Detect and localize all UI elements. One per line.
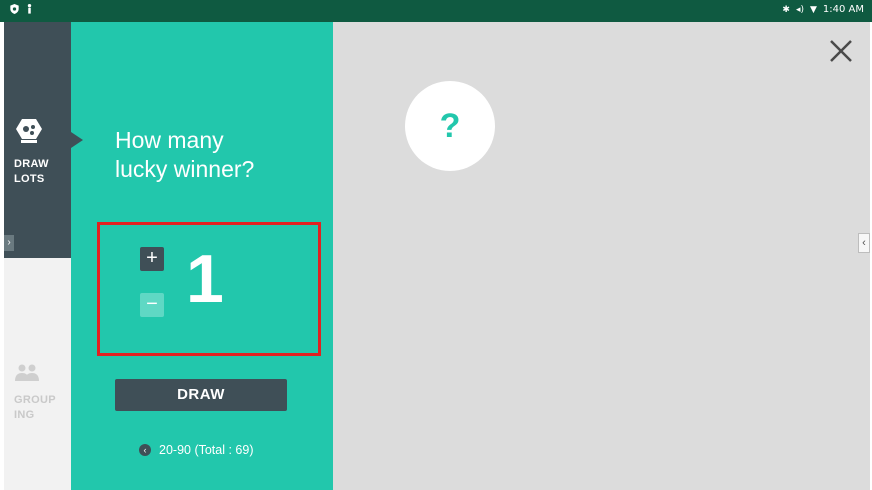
result-placeholder: ?: [439, 107, 461, 145]
status-left-icons: [10, 4, 34, 14]
range-text: 20-90 (Total : 69): [159, 443, 254, 457]
winner-count-box: + − 1: [97, 222, 321, 356]
panel-pointer: [71, 132, 83, 148]
result-circle: ?: [405, 81, 495, 171]
wifi-icon: ▼: [809, 4, 817, 15]
winner-count-value: 1: [186, 241, 224, 317]
side-panel-tab[interactable]: ‹: [858, 233, 870, 253]
app-screen: DRAW LOTS › GROUP ING How many lucky win…: [4, 22, 870, 490]
shield-icon: [10, 4, 19, 14]
bluetooth-icon: ✱: [782, 4, 790, 15]
status-right: ✱ ◂) ▼ 1:40 AM: [782, 4, 864, 15]
status-bar: ✱ ◂) ▼ 1:40 AM: [0, 0, 872, 22]
sidebar-item-grouping[interactable]: GROUP ING: [14, 393, 56, 423]
dice-icon: [16, 119, 42, 143]
sidebar: DRAW LOTS › GROUP ING: [4, 22, 71, 490]
sidebar-item-draw-lots[interactable]: DRAW LOTS: [4, 22, 71, 258]
close-icon[interactable]: [828, 38, 854, 64]
status-time: 1:40 AM: [822, 4, 864, 15]
draw-button[interactable]: DRAW: [115, 379, 287, 411]
back-arrow-icon[interactable]: ‹: [139, 444, 151, 456]
decrement-button[interactable]: −: [140, 293, 164, 317]
range-info[interactable]: ‹ 20-90 (Total : 69): [139, 443, 254, 457]
people-icon: [15, 364, 39, 381]
question-text: How many lucky winner?: [115, 127, 255, 182]
sidebar-expand-button[interactable]: ›: [4, 235, 14, 251]
draw-lots-label: DRAW LOTS: [14, 158, 49, 185]
person-icon: [27, 4, 32, 14]
draw-settings-panel: How many lucky winner? + − 1 DRAW ‹ 20-9…: [71, 22, 333, 490]
increment-button[interactable]: +: [140, 247, 164, 271]
volume-icon: ◂): [795, 4, 804, 15]
